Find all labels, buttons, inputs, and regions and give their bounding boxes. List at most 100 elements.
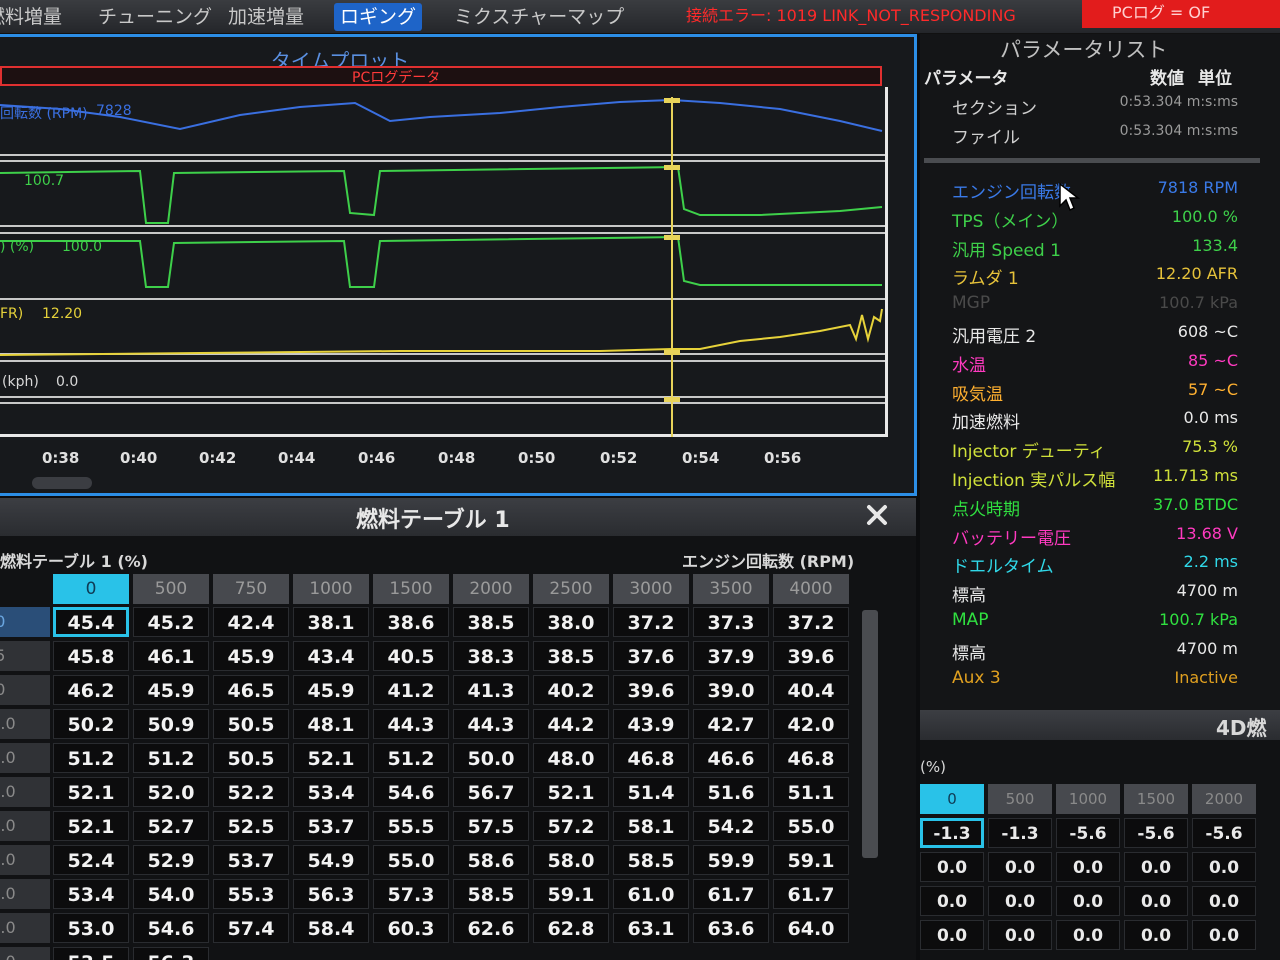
parameter-row[interactable]: MGP 100.7 kPa [924, 291, 1264, 320]
fuel4d-column-header[interactable]: 1500 [1124, 784, 1188, 814]
fuel-table-cell[interactable]: 38.0 [533, 607, 609, 637]
fuel-table-cell[interactable]: 40.2 [533, 675, 609, 705]
fuel-table-cell[interactable]: 50.5 [213, 743, 289, 773]
fuel-table-cell[interactable]: 55.5 [373, 811, 449, 841]
fuel-table-row-header[interactable]: 20.0 [0, 777, 50, 807]
fuel-table-cell[interactable]: 37.2 [773, 607, 849, 637]
parameter-row[interactable]: TPS（メイン） 100.0 % [924, 205, 1264, 234]
fuel-table-cell[interactable]: 53.0 [53, 913, 129, 943]
fuel-table-cell[interactable]: 45.8 [53, 641, 129, 671]
fuel-table-row-header[interactable]: 5.0 [0, 675, 50, 705]
fuel-table-cell[interactable]: 38.1 [293, 607, 369, 637]
fuel-table-cell[interactable]: 52.9 [133, 845, 209, 875]
pclog-data-bar[interactable]: PCログデータ [0, 66, 882, 86]
fuel-table-cell[interactable]: 43.4 [293, 641, 369, 671]
fuel-table-column-header[interactable]: 3500 [693, 574, 769, 604]
fuel-table-cell[interactable]: 46.5 [213, 675, 289, 705]
fuel4d-cell[interactable]: 0.0 [1056, 852, 1120, 882]
fuel-table-cell[interactable]: 58.4 [293, 913, 369, 943]
fuel-table-cell[interactable]: 58.1 [613, 811, 689, 841]
fuel-table-row-header[interactable]: 35.0 [0, 879, 50, 909]
fuel-table-cell[interactable]: 56.3 [293, 879, 369, 909]
fuel-table-column-header[interactable]: 0 [53, 574, 129, 604]
tab-accel-enrich[interactable]: 加速増量 [222, 3, 310, 31]
fuel4d-cell[interactable]: 0.0 [920, 886, 984, 916]
fuel-table-cell[interactable]: 45.9 [293, 675, 369, 705]
fuel-table-row-header[interactable]: 2.5 [0, 641, 50, 671]
fuel-table-cell[interactable]: 50.0 [453, 743, 529, 773]
close-icon[interactable] [864, 502, 890, 528]
fuel4d-cell[interactable]: -1.3 [920, 818, 984, 848]
fuel-table-column-header[interactable]: 1500 [373, 574, 449, 604]
fuel4d-cell[interactable]: -5.6 [1056, 818, 1120, 848]
plot-area[interactable]: 回転数 (RPM) 7828 100.7 ) (%) 100.0 FR) 12.… [0, 87, 888, 437]
fuel-table-cell[interactable]: 50.2 [53, 709, 129, 739]
parameter-row[interactable]: 汎用 Speed 1 133.4 [924, 234, 1264, 263]
fuel-table-cell[interactable]: 51.2 [53, 743, 129, 773]
parameter-row[interactable]: ドエルタイム 2.2 ms [924, 550, 1264, 579]
plot-traces[interactable] [0, 87, 888, 437]
fuel-table-cell[interactable]: 46.6 [693, 743, 769, 773]
fuel4d-cell[interactable]: 0.0 [920, 920, 984, 950]
fuel-table-cell[interactable]: 43.9 [613, 709, 689, 739]
fuel-table-cell[interactable]: 55.3 [213, 879, 289, 909]
fuel-table-cell[interactable]: 42.7 [693, 709, 769, 739]
fuel-table-cell[interactable]: 61.0 [613, 879, 689, 909]
fuel-table-cell[interactable]: 57.5 [453, 811, 529, 841]
fuel-table-cell[interactable]: 38.5 [453, 607, 529, 637]
fuel-table-column-header[interactable]: 1000 [293, 574, 369, 604]
fuel-table-cell[interactable]: 50.9 [133, 709, 209, 739]
fuel4d-cell[interactable]: 0.0 [1124, 852, 1188, 882]
fuel-table-cell[interactable]: 37.6 [613, 641, 689, 671]
fuel-table-cell[interactable]: 62.6 [453, 913, 529, 943]
fuel-table-row-header[interactable]: 25.0 [0, 811, 50, 841]
parameter-row[interactable]: Aux 3 Inactive [924, 666, 1264, 695]
fuel-table-cell[interactable]: 62.8 [533, 913, 609, 943]
parameter-row[interactable]: MAP 100.7 kPa [924, 608, 1264, 637]
fuel-table-cell[interactable]: 57.4 [213, 913, 289, 943]
fuel-table-cell[interactable]: 60.3 [373, 913, 449, 943]
fuel-table-cell[interactable]: 46.2 [53, 675, 129, 705]
fuel4d-cell[interactable]: 0.0 [1124, 920, 1188, 950]
fuel-table-cell[interactable]: 58.0 [533, 845, 609, 875]
fuel-table-row-header[interactable]: 10.0 [0, 709, 50, 739]
fuel-table-cell[interactable]: 37.3 [693, 607, 769, 637]
parameter-row[interactable]: 標高 4700 m [924, 637, 1264, 666]
parameter-row[interactable]: 吸気温 57 ~C [924, 378, 1264, 407]
fuel-table-cell[interactable]: 54.6 [373, 777, 449, 807]
fuel-table-cell[interactable]: 54.6 [133, 913, 209, 943]
fuel-table-cell[interactable]: 46.8 [773, 743, 849, 773]
fuel-table-cell[interactable]: 46.1 [133, 641, 209, 671]
parameter-row[interactable]: 点火時期 37.0 BTDC [924, 493, 1264, 522]
fuel-table-cell[interactable]: 52.7 [133, 811, 209, 841]
fuel-table-column-header[interactable]: 500 [133, 574, 209, 604]
parameter-meta-row[interactable]: セクション 0:53.304 m:s:ms [924, 92, 1264, 121]
fuel-table-cell[interactable]: 42.4 [213, 607, 289, 637]
fuel-table-column-header[interactable]: 2000 [453, 574, 529, 604]
fuel-table-cell[interactable]: 48.1 [293, 709, 369, 739]
parameter-row[interactable]: 水温 85 ~C [924, 349, 1264, 378]
fuel-table-cell[interactable]: 39.6 [773, 641, 849, 671]
fuel-table-cell[interactable]: 53.4 [293, 777, 369, 807]
fuel4d-column-header[interactable]: 0 [920, 784, 984, 814]
fuel-table-cell[interactable]: 58.5 [453, 879, 529, 909]
fuel-table-cell[interactable]: 51.6 [693, 777, 769, 807]
fuel-table-column-header[interactable]: 2500 [533, 574, 609, 604]
fuel-table-cell[interactable]: 44.2 [533, 709, 609, 739]
fuel-table-cell[interactable]: 58.6 [453, 845, 529, 875]
fuel-table-cell[interactable]: 52.0 [133, 777, 209, 807]
fuel-table-cell[interactable]: 40.5 [373, 641, 449, 671]
fuel-table-cell[interactable]: 51.1 [773, 777, 849, 807]
fuel-table-cell[interactable]: 53.4 [53, 879, 129, 909]
fuel-table-cell[interactable]: 59.1 [773, 845, 849, 875]
fuel-table-cell[interactable]: 52.5 [213, 811, 289, 841]
parameter-row[interactable]: 汎用電圧 2 608 ~C [924, 320, 1264, 349]
fuel-table-cell[interactable]: 37.2 [613, 607, 689, 637]
fuel-table-column-header[interactable]: 3000 [613, 574, 689, 604]
fuel-table-cell[interactable]: 53.5 [53, 947, 129, 960]
fuel-table-cell[interactable]: 54.0 [133, 879, 209, 909]
fuel-table-cell[interactable]: 51.2 [133, 743, 209, 773]
fuel4d-cell[interactable]: 0.0 [1192, 852, 1256, 882]
fuel-table-cell[interactable]: 61.7 [773, 879, 849, 909]
fuel4d-column-header[interactable]: 1000 [1056, 784, 1120, 814]
